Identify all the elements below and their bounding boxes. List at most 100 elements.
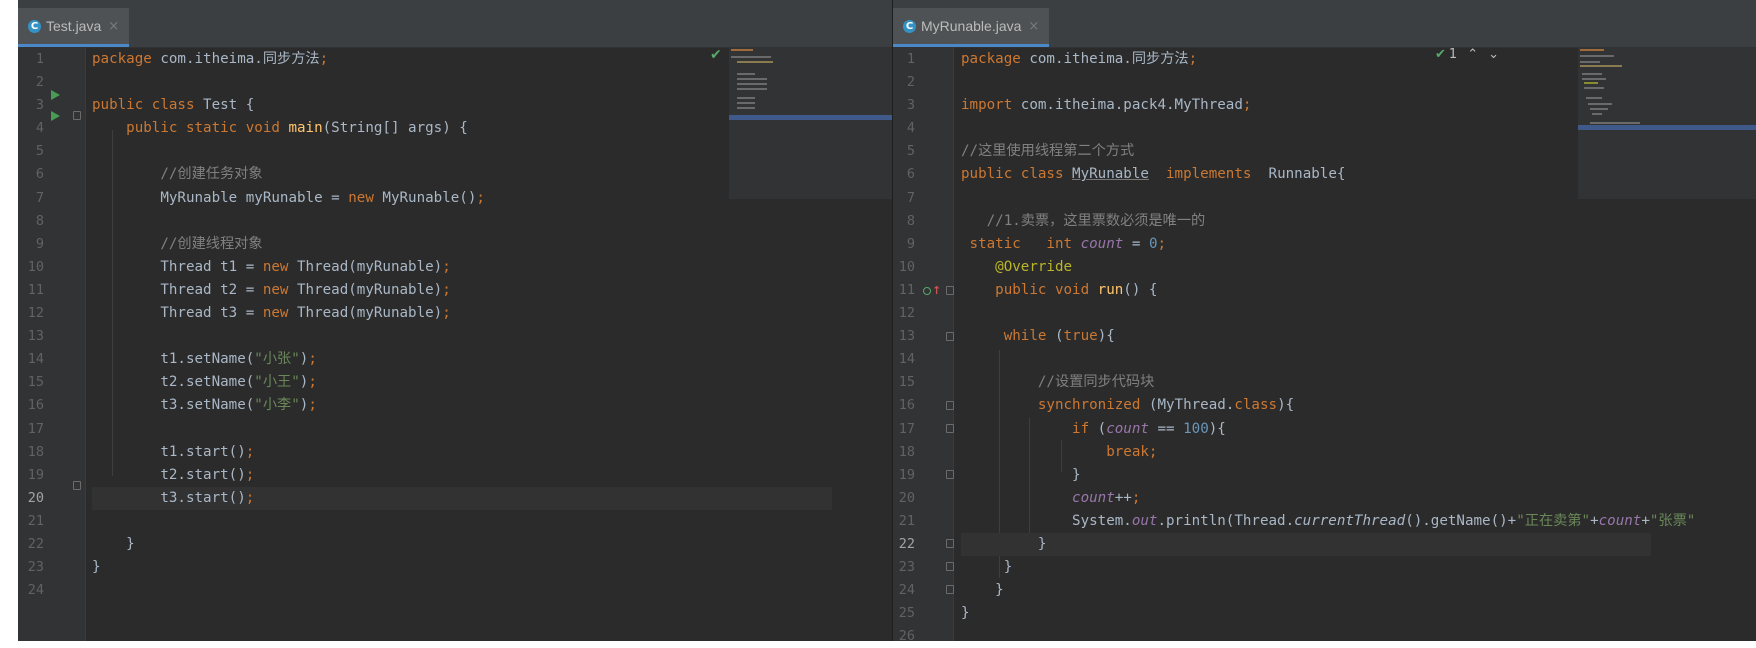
fold-icon[interactable] [73,111,81,120]
code-line[interactable]: //这里使用线程第二个方式 [961,140,1651,163]
run-gutter-icon[interactable] [51,90,60,100]
code-area[interactable]: package com.itheima.同步方法; public class T… [92,48,832,602]
code-line[interactable] [961,71,1651,94]
code-line[interactable]: public class MyRunable implements Runnab… [961,163,1651,186]
code-line[interactable]: count++; [961,487,1651,510]
chevron-up-icon[interactable]: ⌃ [1467,47,1478,62]
line-number: 21 [27,512,44,529]
code-line[interactable]: } [961,556,1651,579]
line-number: 25 [898,605,915,622]
code-line[interactable] [92,418,832,441]
code-line[interactable]: Thread t2 = new Thread(myRunable); [92,279,832,302]
chevron-down-icon[interactable]: ⌄ [1488,47,1499,62]
minimap-line [1584,82,1598,84]
code-line[interactable]: static int count = 0; [961,233,1651,256]
code-line[interactable]: t2.setName("小王"); [92,371,832,394]
code-line[interactable]: } [92,533,832,556]
code-line[interactable]: } [961,464,1651,487]
code-line[interactable] [961,625,1651,641]
line-number: 15 [898,374,915,391]
minimap-line [1582,78,1606,80]
override-gutter-icon[interactable] [923,287,931,295]
code-line[interactable]: } [92,556,832,579]
line-number: 19 [27,466,44,483]
minimap-line [1592,113,1602,115]
code-line[interactable] [961,348,1651,371]
line-number: 13 [898,328,915,345]
code-line[interactable] [92,210,832,233]
inspection-widget[interactable]: ✔ 1 ⌃ ⌄ [1435,47,1499,62]
close-icon[interactable]: × [1028,19,1039,34]
code-line[interactable]: t3.start(); [92,486,832,510]
code-line[interactable] [92,71,832,94]
fold-icon[interactable] [946,424,954,433]
code-line[interactable]: } [961,579,1651,602]
line-number: 20 [27,489,44,506]
code-line[interactable]: System.out.println(Thread.currentThread(… [961,510,1695,533]
code-line[interactable]: t3.setName("小李"); [92,394,832,417]
line-number: 21 [898,512,915,529]
code-line[interactable]: t1.setName("小张"); [92,348,832,371]
code-line[interactable] [92,325,832,348]
code-line[interactable]: public static void main(String[] args) { [92,117,832,140]
line-number: 10 [27,258,44,275]
minimap[interactable] [729,47,892,199]
code-line[interactable]: t1.start(); [92,441,832,464]
line-number: 3 [906,97,915,114]
code-line[interactable] [92,140,832,163]
fold-icon[interactable] [946,562,954,571]
code-line[interactable]: @Override [961,256,1651,279]
line-number: 16 [898,397,915,414]
line-number: 22 [27,535,44,552]
fold-icon[interactable] [946,332,954,341]
code-line[interactable]: Thread t1 = new Thread(myRunable); [92,256,832,279]
code-line[interactable] [92,510,832,533]
java-class-icon: C [903,19,916,33]
code-line[interactable]: synchronized (MyThread.class){ [961,394,1651,417]
line-number: 24 [898,582,915,599]
fold-icon[interactable] [73,481,81,490]
code-line[interactable]: package com.itheima.同步方法; [961,48,1651,71]
code-line[interactable]: //设置同步代码块 [961,371,1651,394]
fold-icon[interactable] [946,470,954,479]
code-line[interactable]: //1.卖票，这里票数必须是唯一的 [961,210,1651,233]
code-line[interactable] [961,302,1651,325]
code-line[interactable] [961,187,1651,210]
check-icon[interactable]: ✔ [710,47,722,63]
line-number: 6 [35,166,44,183]
fold-icon[interactable] [946,585,954,594]
line-number: 1 [35,51,44,67]
code-line[interactable]: public void run() { [961,279,1651,302]
line-number: 17 [898,420,915,437]
tab-myrunable-java[interactable]: C MyRunable.java × [893,8,1050,47]
code-area[interactable]: package com.itheima.同步方法; import com.ith… [961,48,1695,641]
minimap-line [1580,65,1622,67]
fold-icon[interactable] [946,286,954,295]
fold-icon[interactable] [946,401,954,410]
fold-icon[interactable] [946,539,954,548]
code-line[interactable]: Thread t3 = new Thread(myRunable); [92,302,832,325]
code-line[interactable]: break; [961,441,1651,464]
code-line[interactable]: } [961,602,1651,625]
code-line[interactable]: } [961,532,1651,557]
tab-test-java[interactable]: C Test.java × [18,8,130,47]
minimap[interactable] [1578,47,1756,199]
minimap-line [1590,122,1640,124]
code-line[interactable]: import com.itheima.pack4.MyThread; [961,94,1651,117]
line-number: 23 [27,559,44,576]
code-line[interactable]: while (true){ [961,325,1651,348]
run-gutter-icon[interactable] [51,111,60,121]
minimap-line [1580,55,1614,57]
code-line[interactable]: //创建任务对象 [92,163,832,186]
code-line[interactable]: t2.start(); [92,464,832,487]
code-line[interactable]: //创建线程对象 [92,233,832,256]
close-icon[interactable]: × [108,19,119,34]
code-line[interactable]: if (count == 100){ [961,418,1651,441]
code-line[interactable]: MyRunable myRunable = new MyRunable(); [92,187,832,210]
line-number: 15 [27,374,44,391]
minimap-line [731,56,771,58]
line-number: 16 [27,397,44,414]
code-line[interactable] [92,579,832,602]
code-line[interactable] [961,117,1651,140]
code-line[interactable]: public class Test { [92,94,832,117]
